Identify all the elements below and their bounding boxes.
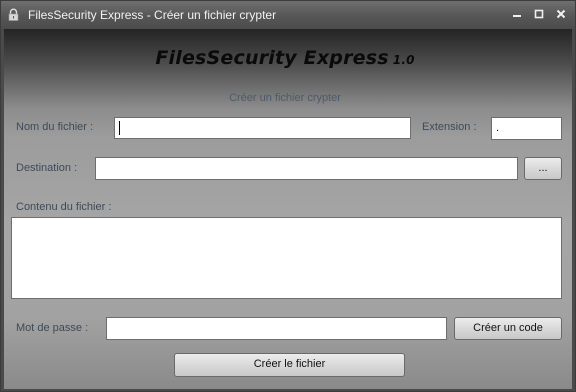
title-bar[interactable]: FilesSecurity Express - Créer un fichier… (1, 1, 575, 29)
page-subtitle: Créer un fichier crypter (229, 92, 341, 104)
extension-value: . (496, 122, 500, 134)
destination-label: Destination : (16, 162, 78, 174)
filename-input[interactable] (114, 117, 411, 139)
form-panel: FilesSecurity Express 1.0 Créer un fichie… (4, 29, 572, 389)
generate-code-button[interactable]: Créer un code (454, 317, 562, 340)
content-label: Contenu du fichier : (16, 201, 112, 213)
destination-input[interactable] (95, 157, 518, 180)
extension-input[interactable]: . (491, 117, 562, 140)
app-name: FilesSecurity Express (155, 47, 389, 69)
text-caret (119, 121, 120, 135)
create-file-button[interactable]: Créer le fichier (174, 353, 405, 377)
browse-button[interactable]: ... (524, 157, 562, 180)
app-title: FilesSecurity Express 1.0 (4, 47, 566, 69)
filename-label: Nom du fichier : (16, 121, 94, 133)
app-window: FilesSecurity Express - Créer un fichier… (0, 0, 576, 392)
password-input[interactable] (106, 317, 447, 340)
maximize-icon[interactable] (531, 7, 547, 21)
content-textarea[interactable] (11, 217, 562, 299)
window-title: FilesSecurity Express - Créer un fichier… (28, 8, 277, 22)
minimize-icon[interactable] (509, 7, 525, 21)
password-label: Mot de passe : (16, 322, 89, 334)
extension-label: Extension : (422, 121, 477, 133)
lock-icon (7, 8, 20, 21)
app-version: 1.0 (392, 53, 415, 67)
close-icon[interactable] (553, 7, 569, 21)
